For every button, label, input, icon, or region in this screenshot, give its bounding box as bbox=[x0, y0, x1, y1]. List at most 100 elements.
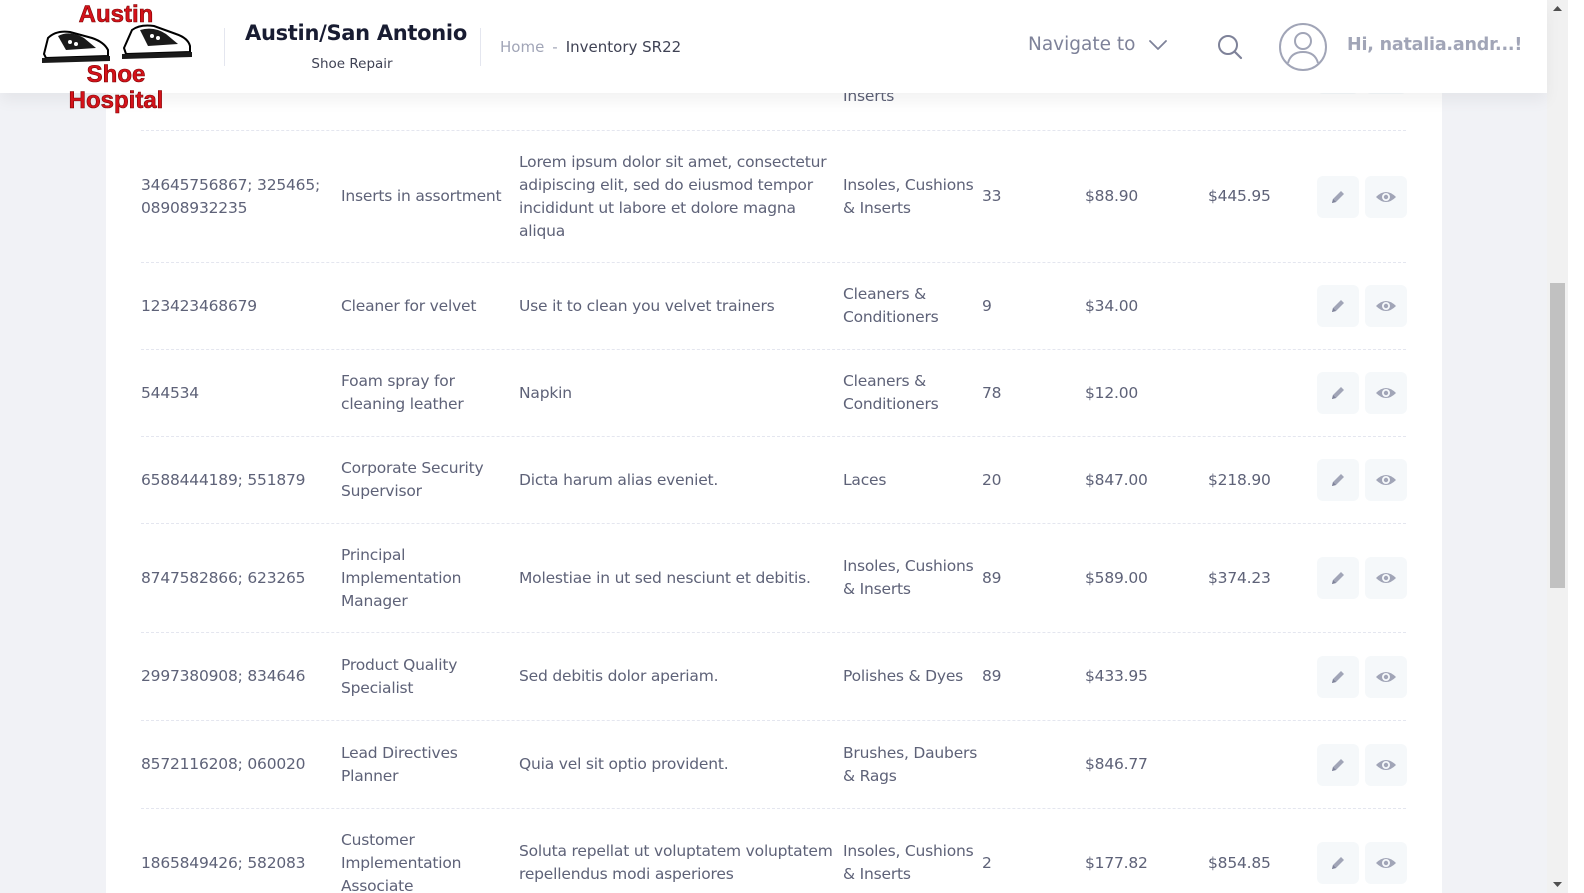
breadcrumb: Home - Inventory SR22 bbox=[500, 38, 681, 56]
cell-sku: 2997380908; 834646 bbox=[141, 667, 306, 685]
pencil-icon bbox=[1332, 474, 1344, 486]
cell-category: Insoles, Cushions & Inserts bbox=[843, 842, 974, 883]
cell-category: Brushes, Daubers & Rags bbox=[843, 743, 978, 785]
header-divider bbox=[480, 28, 481, 66]
page-scrollbar[interactable] bbox=[1547, 0, 1568, 893]
cell-cost: $445.95 bbox=[1208, 187, 1271, 205]
eye-icon bbox=[1376, 671, 1396, 682]
edit-button[interactable] bbox=[1317, 842, 1359, 884]
row-actions bbox=[1317, 350, 1407, 436]
cell-name: Inserts in assortment bbox=[341, 187, 502, 205]
cell-price: $88.90 bbox=[1085, 187, 1139, 205]
row-actions bbox=[1317, 633, 1407, 720]
brand-title: Austin/San Antonio bbox=[245, 21, 467, 45]
view-button[interactable] bbox=[1365, 557, 1407, 599]
cell-cost bbox=[1208, 721, 1308, 808]
edit-button[interactable] bbox=[1317, 459, 1359, 501]
cell-description: Soluta repellat ut voluptatem voluptatem… bbox=[519, 842, 833, 883]
cell-cost: $854.85 bbox=[1208, 853, 1271, 872]
cell-category: Cleaners & Conditioners bbox=[843, 285, 939, 326]
cell-cost: $218.90 bbox=[1208, 470, 1271, 489]
edit-button[interactable] bbox=[1317, 557, 1359, 599]
pencil-icon bbox=[1332, 300, 1344, 312]
cell-name: Product Quality Specialist bbox=[341, 655, 458, 697]
cell-quantity bbox=[982, 721, 1042, 808]
table-row: 6588444189; 551879 Corporate Security Su… bbox=[141, 437, 1407, 524]
cell-price: $34.00 bbox=[1085, 296, 1139, 315]
pencil-icon bbox=[1332, 387, 1344, 399]
row-actions bbox=[1317, 131, 1407, 262]
cell-name: Cleaner for velvet bbox=[341, 296, 477, 315]
search-button[interactable] bbox=[1214, 31, 1246, 63]
row-actions bbox=[1317, 263, 1407, 349]
chevron-down-icon bbox=[1149, 39, 1168, 50]
edit-button[interactable] bbox=[1317, 285, 1359, 327]
cell-description: Quia vel sit optio provident. bbox=[519, 755, 729, 773]
view-button[interactable] bbox=[1365, 175, 1407, 218]
view-button[interactable] bbox=[1365, 842, 1407, 884]
scroll-thumb[interactable] bbox=[1550, 283, 1565, 588]
edit-button[interactable] bbox=[1317, 175, 1359, 218]
cell-category: Laces bbox=[843, 470, 887, 489]
view-button[interactable] bbox=[1365, 743, 1407, 786]
table-row: 8572116208; 060020 Lead Directives Plann… bbox=[141, 721, 1407, 809]
inventory-card: Inserts 34645756867; 325465; 08908932235… bbox=[106, 0, 1442, 893]
table-row: 1865849426; 582083 Customer Implementati… bbox=[141, 809, 1407, 893]
row-actions bbox=[1317, 524, 1407, 632]
cell-quantity: 2 bbox=[982, 853, 992, 872]
shoes-logo-icon bbox=[42, 24, 192, 63]
eye-icon bbox=[1376, 475, 1396, 485]
edit-button[interactable] bbox=[1317, 372, 1359, 414]
pencil-icon bbox=[1332, 857, 1344, 869]
cell-cost bbox=[1208, 633, 1308, 720]
cell-price: $433.95 bbox=[1085, 667, 1148, 685]
caret-down-icon bbox=[1553, 882, 1562, 887]
edit-button[interactable] bbox=[1317, 655, 1359, 698]
cell-category: Insoles, Cushions & Inserts bbox=[843, 557, 974, 598]
scroll-up-button[interactable] bbox=[1547, 0, 1568, 17]
cell-sku: 8572116208; 060020 bbox=[141, 755, 306, 773]
cell-quantity: 20 bbox=[982, 470, 1002, 489]
user-greeting[interactable]: Hi, natalia.andr...! bbox=[1347, 35, 1522, 55]
breadcrumb-home[interactable]: Home bbox=[500, 38, 544, 56]
edit-button[interactable] bbox=[1317, 743, 1359, 786]
pencil-icon bbox=[1332, 670, 1344, 683]
table-row: 544534 Foam spray for cleaning leather N… bbox=[141, 350, 1407, 437]
breadcrumb-separator: - bbox=[552, 38, 558, 56]
eye-icon bbox=[1376, 301, 1396, 311]
table-row: 8747582866; 623265 Principal Implementat… bbox=[141, 524, 1407, 633]
table-row: 34645756867; 325465; 08908932235 Inserts… bbox=[141, 131, 1407, 263]
pencil-icon bbox=[1332, 572, 1344, 584]
navigate-to-label: Navigate to bbox=[1028, 34, 1136, 55]
cell-price: $589.00 bbox=[1085, 568, 1148, 587]
view-button[interactable] bbox=[1365, 655, 1407, 698]
eye-icon bbox=[1376, 191, 1396, 202]
cell-description: Napkin bbox=[519, 383, 572, 402]
navigate-to-dropdown[interactable]: Navigate to bbox=[1028, 34, 1168, 55]
shoe-hospital-logo[interactable]: Austin Shoe Hospital bbox=[36, 1, 196, 114]
cell-name: Corporate Security Supervisor bbox=[341, 459, 484, 500]
caret-up-icon bbox=[1553, 6, 1562, 11]
logo-text-line2: Shoe Hospital bbox=[68, 61, 164, 114]
view-button[interactable] bbox=[1365, 372, 1407, 414]
view-button[interactable] bbox=[1365, 285, 1407, 327]
cell-sku: 8747582866; 623265 bbox=[141, 568, 306, 587]
brand-subtitle: Shoe Repair bbox=[311, 56, 393, 72]
row-actions bbox=[1317, 809, 1407, 893]
cell-cost: $374.23 bbox=[1208, 568, 1271, 587]
row-actions bbox=[1317, 721, 1407, 808]
cell-price: $12.00 bbox=[1085, 383, 1139, 402]
header-divider bbox=[224, 28, 225, 66]
cell-description: Sed debitis dolor aperiam. bbox=[519, 667, 719, 685]
user-avatar[interactable] bbox=[1278, 22, 1328, 72]
cell-name: Lead Directives Planner bbox=[341, 743, 458, 785]
view-button[interactable] bbox=[1365, 459, 1407, 501]
cell-description: Dicta harum alias eveniet. bbox=[519, 470, 719, 489]
cell-cost bbox=[1208, 263, 1308, 349]
search-icon bbox=[1218, 35, 1243, 60]
cell-quantity: 9 bbox=[982, 296, 992, 315]
scroll-down-button[interactable] bbox=[1547, 876, 1568, 893]
cell-quantity: 89 bbox=[982, 667, 1002, 685]
pencil-icon bbox=[1332, 190, 1344, 203]
eye-icon bbox=[1376, 573, 1396, 583]
